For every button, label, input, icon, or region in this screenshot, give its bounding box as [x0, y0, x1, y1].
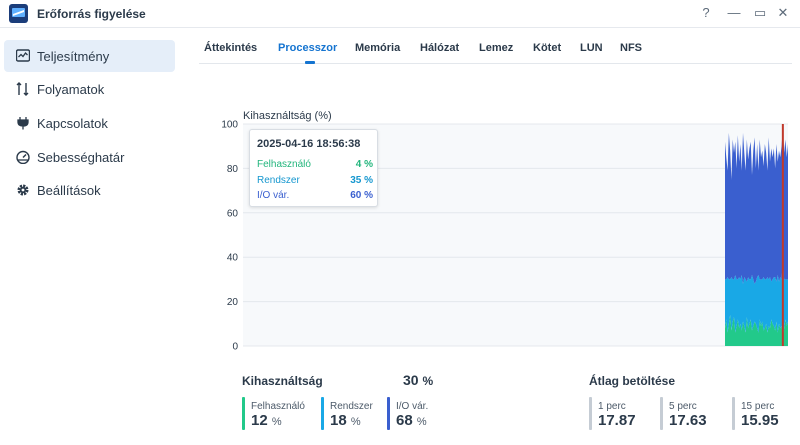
utilization-title: Kihasználtság: [242, 374, 323, 388]
y-axis-label: Kihasználtság (%): [243, 110, 332, 122]
tooltip-row-value: 4 %: [355, 159, 373, 170]
tooltip-row-name: Felhasználó: [257, 159, 311, 170]
speedometer-icon: [16, 150, 30, 164]
sidebar: Teljesítmény Folyamatok Kapcsolatok Sebe…: [0, 29, 185, 445]
tooltip-row-name: Rendszer: [257, 175, 300, 186]
load-average-title: Átlag betöltése: [589, 374, 676, 388]
y-tick-label: 60: [227, 208, 239, 219]
stat-color-bar: [589, 397, 592, 430]
title-bar: Erőforrás figyelése ? — ▭ ✕: [0, 0, 800, 28]
window-title: Erőforrás figyelése: [37, 7, 146, 21]
stat-value: 68: [396, 412, 413, 429]
stat-color-bar: [242, 397, 245, 430]
tab-processor[interactable]: Processzor: [278, 42, 337, 54]
stat-value: 17.87: [598, 412, 636, 429]
sidebar-item-label: Teljesítmény: [37, 49, 110, 64]
y-tick-label: 20: [227, 297, 239, 308]
stat-color-bar: [387, 397, 390, 430]
y-tick-label: 40: [227, 253, 239, 264]
stat-value-wrap: 18 %: [330, 412, 361, 429]
tab-lun[interactable]: LUN: [580, 42, 603, 54]
stat-value: 17.63: [669, 412, 707, 429]
stat-color-bar: [732, 397, 735, 430]
tab-bar: Áttekintés Processzor Memória Hálózat Le…: [199, 32, 792, 64]
y-tick-label: 100: [221, 120, 238, 131]
sidebar-item-label: Kapcsolatok: [37, 116, 108, 131]
sidebar-item-processes[interactable]: Folyamatok: [4, 73, 175, 105]
y-tick-label: 80: [227, 164, 239, 175]
tooltip-timestamp: 2025-04-16 18:56:38: [257, 138, 361, 150]
y-tick-label: 0: [232, 342, 238, 353]
stat-value: 15.95: [741, 412, 779, 429]
minimize-button[interactable]: —: [726, 5, 742, 20]
utilization-total-unit: %: [422, 374, 434, 388]
processes-icon: [16, 82, 29, 96]
tooltip-row-name: I/O vár.: [257, 190, 290, 201]
sidebar-item-speed-limit[interactable]: Sebességhatár: [4, 141, 175, 173]
tooltip-row-value: 60 %: [350, 190, 373, 201]
tab-network[interactable]: Hálózat: [420, 42, 459, 54]
utilization-total: 30 %: [403, 372, 433, 388]
close-button[interactable]: ✕: [775, 5, 791, 21]
plug-icon: [17, 117, 29, 130]
chart-tooltip: 2025-04-16 18:56:38 Felhasználó 4 % Rend…: [249, 129, 378, 207]
active-tab-indicator: [305, 61, 315, 64]
stat-name: I/O vár.: [396, 401, 429, 412]
gear-icon: [17, 184, 29, 196]
sidebar-item-performance[interactable]: Teljesítmény: [4, 40, 175, 72]
sidebar-item-label: Folyamatok: [37, 82, 105, 97]
sidebar-item-connections[interactable]: Kapcsolatok: [4, 107, 175, 139]
stat-name: 15 perc: [741, 401, 775, 412]
stat-value: 18: [330, 412, 347, 429]
stat-name: Felhasználó: [251, 401, 305, 412]
help-button[interactable]: ?: [698, 5, 714, 20]
stat-name: Rendszer: [330, 401, 373, 412]
stat-unit: %: [350, 416, 361, 428]
sidebar-item-label: Sebességhatár: [37, 150, 125, 165]
stat-name: 5 perc: [669, 401, 697, 412]
stat-value: 12: [251, 412, 268, 429]
tab-volume[interactable]: Kötet: [533, 42, 561, 54]
tab-disk[interactable]: Lemez: [479, 42, 513, 54]
stat-color-bar: [660, 397, 663, 430]
tab-memory[interactable]: Memória: [355, 42, 400, 54]
maximize-button[interactable]: ▭: [752, 5, 768, 21]
sidebar-item-settings[interactable]: Beállítások: [4, 174, 175, 206]
stat-unit: %: [271, 416, 282, 428]
tab-overview[interactable]: Áttekintés: [204, 42, 257, 54]
sidebar-item-label: Beállítások: [37, 183, 101, 198]
stat-name: 1 perc: [598, 401, 626, 412]
stat-unit: %: [416, 416, 427, 428]
resource-monitor-app-icon: [9, 4, 28, 23]
stat-value-wrap: 12 %: [251, 412, 282, 429]
tab-nfs[interactable]: NFS: [620, 42, 642, 54]
stat-value-wrap: 68 %: [396, 412, 427, 429]
tooltip-row-value: 35 %: [350, 175, 373, 186]
performance-icon: [16, 49, 30, 62]
stat-color-bar: [321, 397, 324, 430]
utilization-total-value: 30: [403, 372, 419, 388]
